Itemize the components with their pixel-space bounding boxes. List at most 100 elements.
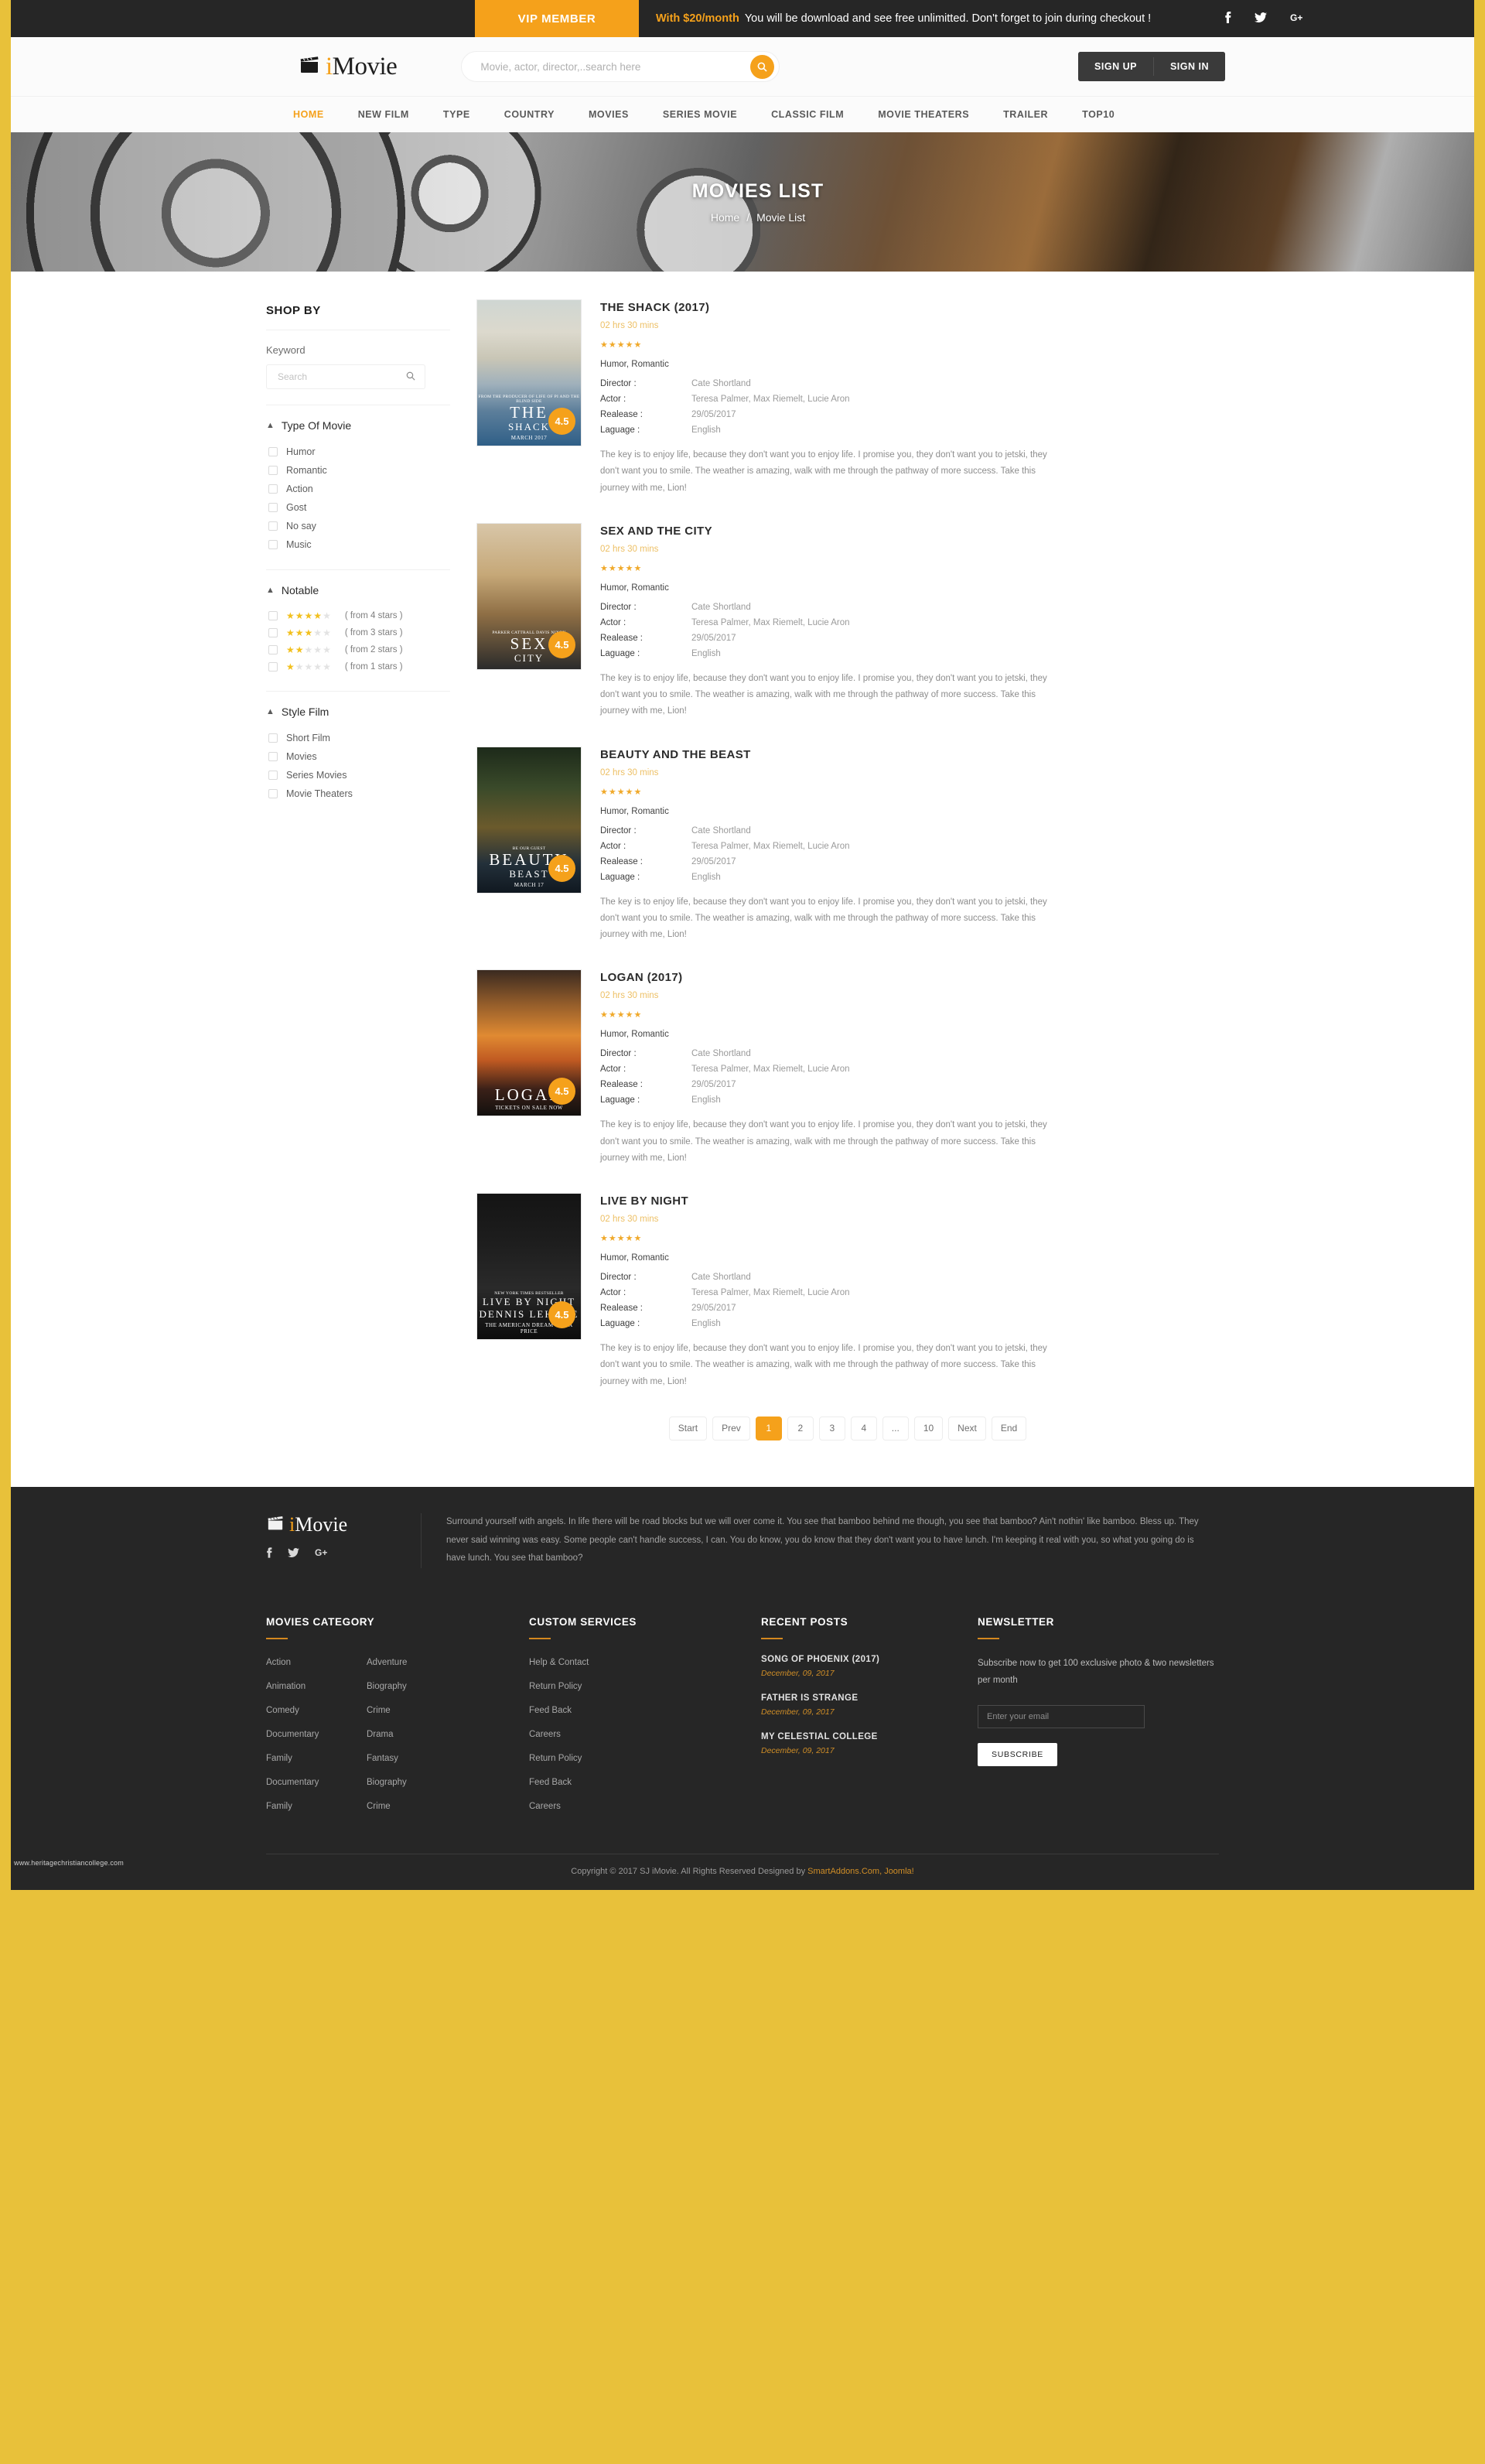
rating-filter-option[interactable]: ★ ★ ★ ★ ★( from 2 stars ) [266, 641, 450, 658]
nav-item-top10[interactable]: TOP10 [1082, 109, 1115, 120]
filter-option[interactable]: Short Film [266, 729, 450, 747]
checkbox[interactable] [268, 466, 278, 475]
footer-link[interactable]: Drama [367, 1730, 394, 1739]
recent-post-title[interactable]: FATHER IS STRANGE [761, 1693, 978, 1703]
rating-filter-option[interactable]: ★ ★ ★ ★ ★( from 4 stars ) [266, 607, 450, 624]
keyword-search-icon[interactable] [406, 371, 415, 383]
checkbox[interactable] [268, 752, 278, 761]
nav-item-trailer[interactable]: TRAILER [1003, 109, 1048, 120]
nav-item-country[interactable]: COUNTRY [504, 109, 555, 120]
type-of-movie-toggle[interactable]: ▲ Type Of Movie [266, 419, 450, 432]
rating-filter-option[interactable]: ★ ★ ★ ★ ★( from 1 stars ) [266, 658, 450, 675]
filter-option[interactable]: Music [266, 535, 450, 554]
nav-item-series-movie[interactable]: SERIES MOVIE [663, 109, 737, 120]
footer-logo[interactable]: i Movie [266, 1513, 421, 1536]
facebook-icon[interactable] [1224, 12, 1231, 26]
movie-title[interactable]: SEX AND THE CITY [600, 525, 1219, 538]
footer-link[interactable]: Family [266, 1802, 292, 1811]
checkbox[interactable] [268, 645, 278, 654]
checkbox[interactable] [268, 521, 278, 531]
nav-item-movies[interactable]: MOVIES [589, 109, 629, 120]
site-logo[interactable]: i Movie [299, 53, 398, 81]
footer-link[interactable]: Return Policy [529, 1754, 582, 1763]
filter-option[interactable]: No say [266, 517, 450, 535]
movie-title[interactable]: THE SHACK (2017) [600, 301, 1219, 314]
pagination-button[interactable]: ... [882, 1416, 909, 1440]
pagination-button[interactable]: 4 [850, 1416, 877, 1440]
checkbox[interactable] [268, 771, 278, 780]
checkbox[interactable] [268, 484, 278, 494]
footer-link[interactable]: Return Policy [529, 1682, 582, 1691]
nav-item-movie-theaters[interactable]: MOVIE THEATERS [878, 109, 969, 120]
pagination-button[interactable]: Next [948, 1416, 986, 1440]
checkbox[interactable] [268, 733, 278, 743]
pagination-button[interactable]: 3 [818, 1416, 845, 1440]
movie-title[interactable]: LIVE BY NIGHT [600, 1194, 1219, 1208]
keyword-search-input[interactable] [267, 371, 397, 382]
footer-link[interactable]: Documentary [266, 1730, 319, 1739]
footer-link[interactable]: Biography [367, 1778, 407, 1787]
nav-item-classic-film[interactable]: CLASSIC FILM [771, 109, 844, 120]
footer-link[interactable]: Careers [529, 1730, 561, 1739]
recent-post-title[interactable]: MY CELESTIAL COLLEGE [761, 1732, 978, 1741]
sign-in-button[interactable]: SIGN IN [1153, 52, 1225, 81]
nav-item-new-film[interactable]: NEW FILM [358, 109, 409, 120]
pagination-button[interactable]: 2 [787, 1416, 814, 1440]
footer-link[interactable]: Fantasy [367, 1754, 398, 1763]
pagination-button[interactable]: Prev [712, 1416, 750, 1440]
style-film-toggle[interactable]: ▲ Style Film [266, 706, 450, 718]
checkbox[interactable] [268, 611, 278, 620]
breadcrumb-home[interactable]: Home [711, 211, 739, 224]
footer-link[interactable]: Help & Contact [529, 1658, 589, 1667]
notable-toggle[interactable]: ▲ Notable [266, 584, 450, 596]
filter-option[interactable]: Romantic [266, 461, 450, 480]
footer-link[interactable]: Careers [529, 1802, 561, 1811]
footer-link[interactable]: Documentary [266, 1778, 319, 1787]
newsletter-email-input[interactable] [978, 1704, 1145, 1728]
filter-option[interactable]: Gost [266, 498, 450, 517]
movie-poster[interactable]: FROM THE PRODUCER OF LIFE OF PI AND THE … [476, 299, 582, 446]
nav-item-type[interactable]: TYPE [443, 109, 470, 120]
pagination-button[interactable]: 10 [913, 1416, 944, 1440]
recent-post-title[interactable]: SONG OF PHOENIX (2017) [761, 1655, 978, 1664]
movie-poster[interactable]: PARKER CATTRALL DAVIS NIXON SEX CITY 4.5 [476, 522, 582, 670]
movie-poster[interactable]: NEW YORK TIMES BESTSELLER LIVE BY NIGHT DE… [476, 1193, 582, 1341]
google-plus-icon[interactable]: G+ [1290, 12, 1304, 25]
vip-member-badge[interactable]: VIP MEMBER [475, 0, 639, 37]
footer-link[interactable]: Feed Back [529, 1778, 572, 1787]
footer-link[interactable]: Biography [367, 1682, 407, 1691]
search-input[interactable] [462, 60, 725, 73]
pagination-button[interactable]: 1 [755, 1416, 782, 1440]
checkbox[interactable] [268, 628, 278, 637]
filter-option[interactable]: Action [266, 480, 450, 498]
twitter-icon[interactable] [288, 1547, 299, 1560]
copyright-link[interactable]: SmartAddons.Com, Joomla! [807, 1867, 914, 1876]
movie-poster[interactable]: BE OUR GUEST BEAUTY BEAST MARCH 17 4.5 [476, 746, 582, 894]
movie-title[interactable]: BEAUTY AND THE BEAST [600, 748, 1219, 761]
footer-link[interactable]: Crime [367, 1802, 391, 1811]
facebook-icon[interactable] [266, 1547, 272, 1560]
movie-title[interactable]: LOGAN (2017) [600, 971, 1219, 984]
footer-link[interactable]: Crime [367, 1706, 391, 1715]
footer-link[interactable]: Feed Back [529, 1706, 572, 1715]
subscribe-button[interactable]: SUBSCRIBE [978, 1742, 1057, 1766]
filter-option[interactable]: Series Movies [266, 766, 450, 784]
google-plus-icon[interactable]: G+ [315, 1547, 329, 1560]
pagination-button[interactable]: End [991, 1416, 1027, 1440]
footer-link[interactable]: Family [266, 1754, 292, 1763]
footer-link[interactable]: Adventure [367, 1658, 407, 1667]
search-button[interactable] [750, 55, 775, 79]
footer-link[interactable]: Comedy [266, 1706, 299, 1715]
rating-filter-option[interactable]: ★ ★ ★ ★ ★( from 3 stars ) [266, 624, 450, 641]
nav-item-home[interactable]: HOME [293, 109, 324, 120]
pagination-button[interactable]: Start [668, 1416, 708, 1440]
filter-option[interactable]: Movies [266, 747, 450, 766]
checkbox[interactable] [268, 662, 278, 672]
checkbox[interactable] [268, 447, 278, 456]
footer-link[interactable]: Action [266, 1658, 291, 1667]
checkbox[interactable] [268, 789, 278, 798]
filter-option[interactable]: Movie Theaters [266, 784, 450, 803]
movie-poster[interactable]: LOGAN TICKETS ON SALE NOW 4.5 [476, 969, 582, 1117]
sign-up-button[interactable]: SIGN UP [1078, 52, 1153, 81]
filter-option[interactable]: Humor [266, 443, 450, 461]
